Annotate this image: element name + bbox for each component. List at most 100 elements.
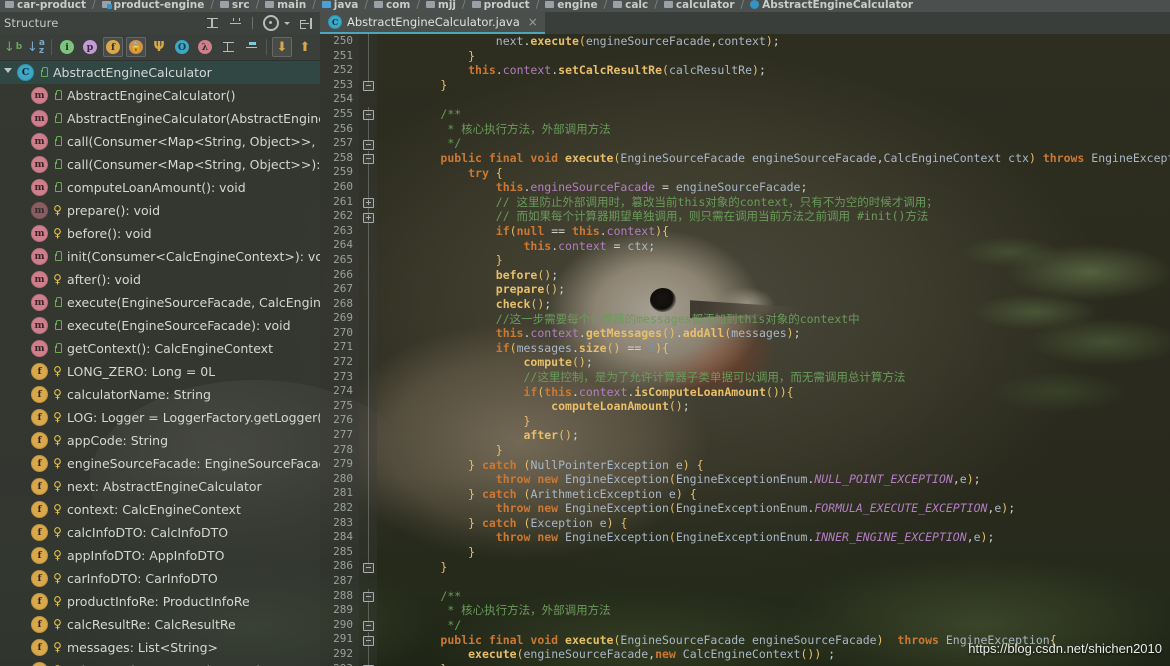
breadcrumb-item-engine[interactable]: engine xyxy=(540,0,602,11)
code-line[interactable]: 252 this.context.setCalcResultRe(calcRes… xyxy=(320,63,1170,78)
code-line[interactable]: 258 public final void execute(EngineSour… xyxy=(320,150,1170,166)
code-line[interactable]: 262 // 而如果每个计算器期望单独调用，则只需在调用当前方法之前调用 #in… xyxy=(320,209,1170,224)
fold-gutter[interactable] xyxy=(359,48,377,64)
fold-gutter[interactable] xyxy=(359,136,377,151)
collapse-all-icon[interactable] xyxy=(229,17,242,30)
code-line[interactable]: 273 //这里控制，是为了允许计算器子类单据可以调用，而无需调用总计算方法 xyxy=(320,369,1170,385)
fold-gutter[interactable] xyxy=(359,296,377,312)
code-line[interactable]: 251 } xyxy=(320,48,1170,64)
fold-gutter[interactable] xyxy=(359,471,377,487)
tree-item[interactable]: f ♀ calculatorName: String xyxy=(0,383,320,406)
hide-panel-icon[interactable] xyxy=(300,17,313,30)
code-line[interactable]: 256 * 核心执行方法，外部调用方法 xyxy=(320,121,1170,137)
breadcrumb-item-java[interactable]: java xyxy=(317,0,364,11)
code-line[interactable]: 278 } xyxy=(320,442,1170,458)
code-line[interactable]: 257 */ xyxy=(320,136,1170,151)
show-lambdas-icon[interactable]: λ xyxy=(195,37,215,57)
sort-alphabetically-icon[interactable]: ↓ a z xyxy=(26,37,46,57)
tree-item[interactable]: f ♀ carInfoDTO: CarInfoDTO xyxy=(0,567,320,590)
fold-gutter[interactable] xyxy=(359,646,377,662)
breadcrumb-item-product-engine[interactable]: product-engine xyxy=(97,0,210,11)
fold-gutter[interactable] xyxy=(359,559,377,574)
tree-item[interactable]: f ♀ engineSourceFacade: EngineSourceFacade xyxy=(0,452,320,475)
breadcrumb-item-abstractenginecalculator[interactable]: AbstractEngineCalculator xyxy=(745,0,918,11)
expand-all-icon[interactable] xyxy=(218,37,238,57)
code-line[interactable]: 266 before(); xyxy=(320,267,1170,283)
fold-gutter[interactable] xyxy=(359,544,377,560)
code-line[interactable]: 261 // 这里防止外部调用时，篡改当前this对象的context，只有不为… xyxy=(320,194,1170,210)
tree-item[interactable]: m AbstractEngineCalculator(AbstractEngine… xyxy=(0,107,320,130)
code-line[interactable]: 274 if(this.context.isComputeLoanAmount(… xyxy=(320,384,1170,399)
tree-item[interactable]: f ♀ LOG: Logger = LoggerFactory.getLogger(… xyxy=(0,406,320,429)
fold-gutter[interactable] xyxy=(359,369,377,385)
tree-item[interactable]: m ♀ before(): void xyxy=(0,222,320,245)
tree-item[interactable]: f♀calcFormulaParam: CalcFormulaParam xyxy=(0,659,320,666)
expand-arrow-icon[interactable] xyxy=(4,68,12,77)
tree-item[interactable]: f ♀ productInfoRe: ProductInfoRe xyxy=(0,590,320,613)
code-line[interactable]: 282 throw new EngineException(EngineExce… xyxy=(320,501,1170,516)
breadcrumb-item-src[interactable]: src xyxy=(215,0,255,11)
tree-item[interactable]: m call(Consumer<Map<String, Object>>, Con… xyxy=(0,130,320,153)
show-properties-icon[interactable]: p xyxy=(80,37,100,57)
show-non-public-icon[interactable]: 🔒 xyxy=(126,37,146,57)
fold-gutter[interactable] xyxy=(359,632,377,647)
code-line[interactable]: 265 } xyxy=(320,252,1170,268)
breadcrumb[interactable]: car-product / product-engine / src / main / java… xyxy=(0,0,1170,12)
code-line[interactable]: 267 prepare(); xyxy=(320,282,1170,297)
show-anonymous-classes-icon[interactable]: O xyxy=(172,37,192,57)
collapse-all-icon[interactable] xyxy=(241,37,261,57)
code-line[interactable]: 280 throw new EngineException(EngineExce… xyxy=(320,471,1170,487)
show-inherited-members-icon[interactable]: i xyxy=(57,37,77,57)
code-line[interactable]: 264 this.context = ctx; xyxy=(320,238,1170,253)
code-line[interactable]: 268 check(); xyxy=(320,296,1170,312)
fold-gutter[interactable] xyxy=(359,238,377,253)
show-fields-icon[interactable]: f xyxy=(103,37,123,57)
fold-gutter[interactable] xyxy=(359,252,377,268)
code-line[interactable]: 293 } xyxy=(320,661,1170,666)
autoscroll-from-source-icon[interactable]: ⬆ xyxy=(295,37,315,57)
code-line[interactable]: 270 this.context.getMessages().addAll(me… xyxy=(320,325,1170,341)
code-line[interactable]: 269 //这一步需要每个计算器的messages都添加到this对象的cont… xyxy=(320,311,1170,326)
fold-gutter[interactable] xyxy=(359,267,377,283)
breadcrumb-item-mjj[interactable]: mjj xyxy=(421,0,461,11)
code-line[interactable]: 255 /** xyxy=(320,106,1170,122)
tree-item[interactable]: m ♀ prepare(): void xyxy=(0,199,320,222)
code-line[interactable]: 288 /** xyxy=(320,588,1170,604)
fold-gutter[interactable] xyxy=(359,486,377,501)
fold-gutter[interactable] xyxy=(359,311,377,326)
fold-gutter[interactable] xyxy=(359,398,377,414)
fold-gutter[interactable] xyxy=(359,223,377,239)
settings-gear-icon[interactable] xyxy=(263,15,279,31)
fold-gutter[interactable] xyxy=(359,428,377,443)
breadcrumb-item-car-product[interactable]: car-product xyxy=(0,0,91,11)
editor-tab-abstractenginecalculator[interactable]: C AbstractEngineCalculator.java × xyxy=(320,12,545,34)
fold-gutter[interactable] xyxy=(359,355,377,370)
code-line[interactable]: 254 xyxy=(320,92,1170,107)
tree-item[interactable]: m init(Consumer<CalcEngineContext>): void xyxy=(0,245,320,268)
code-line[interactable]: 287 xyxy=(320,573,1170,589)
tree-item[interactable]: m call(Consumer<Map<String, Object>>): Bi… xyxy=(0,153,320,176)
fold-gutter[interactable] xyxy=(359,34,377,49)
chevron-down-icon[interactable] xyxy=(284,21,290,25)
code-line[interactable]: 286 } xyxy=(320,559,1170,574)
fold-gutter[interactable] xyxy=(359,121,377,137)
close-icon[interactable]: × xyxy=(528,16,538,28)
code-line[interactable]: 290 */ xyxy=(320,617,1170,633)
code-line[interactable]: 260 this.engineSourceFacade = engineSour… xyxy=(320,179,1170,195)
fold-gutter[interactable] xyxy=(359,179,377,195)
fold-gutter[interactable] xyxy=(359,63,377,78)
tree-item[interactable]: f ♀ LONG_ZERO: Long = 0L xyxy=(0,360,320,383)
breadcrumb-item-calc[interactable]: calc xyxy=(608,0,653,11)
tree-item[interactable]: m ♀ after(): void xyxy=(0,268,320,291)
tree-item[interactable]: f ♀ context: CalcEngineContext xyxy=(0,498,320,521)
fold-gutter[interactable] xyxy=(359,282,377,297)
fold-gutter[interactable] xyxy=(359,515,377,531)
code-line[interactable]: 253 } xyxy=(320,77,1170,93)
fold-gutter[interactable] xyxy=(359,530,377,545)
fold-gutter[interactable] xyxy=(359,413,377,429)
fold-gutter[interactable] xyxy=(359,106,377,122)
code-line[interactable]: 277 after(); xyxy=(320,428,1170,443)
fold-gutter[interactable] xyxy=(359,442,377,458)
breadcrumb-item-main[interactable]: main xyxy=(260,0,311,11)
fold-gutter[interactable] xyxy=(359,150,377,166)
